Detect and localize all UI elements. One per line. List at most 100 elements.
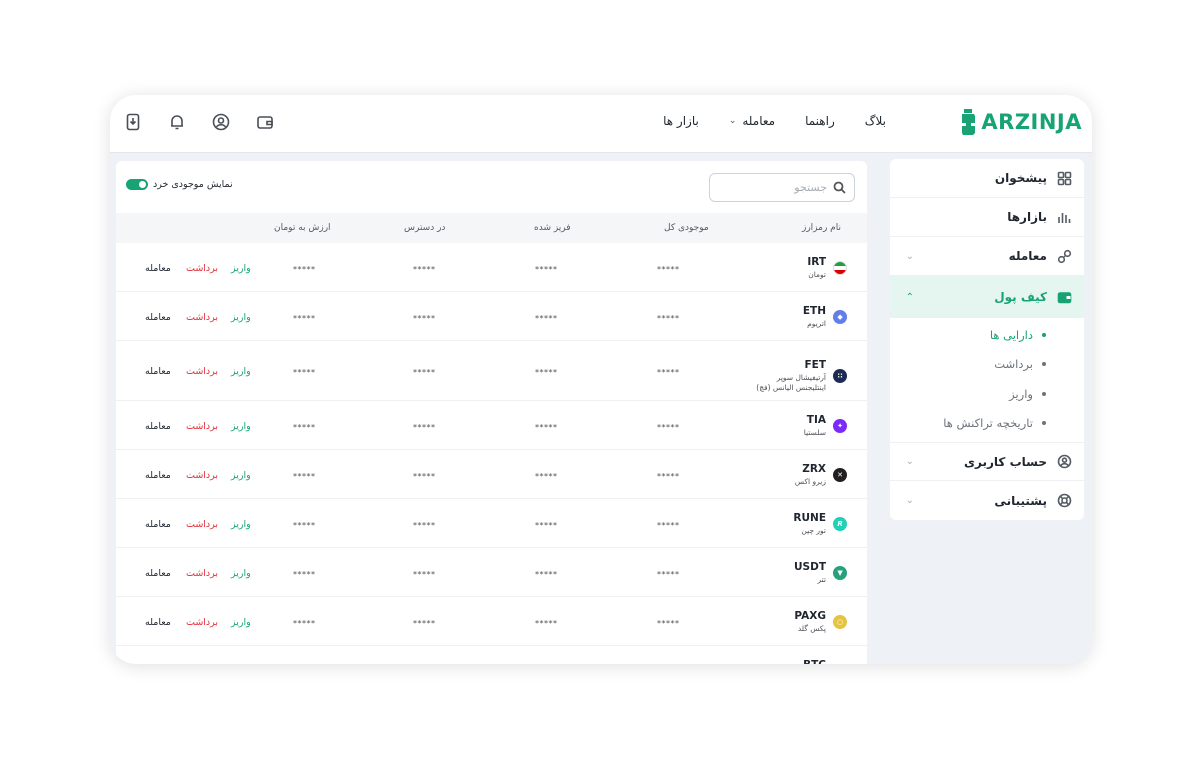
withdraw-button[interactable]: برداشت [186,568,218,579]
column-header-frozen: فریز شده [534,223,571,233]
table-row: ○ PAXG پکس گلد ***** ***** ***** ***** واریز برد… [116,597,867,646]
table-row: ◆ ETH اتریوم ***** ***** ***** ***** واریز برداش… [116,292,867,341]
trade-button[interactable]: معامله [145,617,171,628]
sidebar-item-label: بازارها [1007,210,1047,224]
coin-cell: ✕ ZRX زیرو اکس [795,463,847,487]
withdraw-button[interactable]: برداشت [186,312,218,323]
trade-button[interactable]: معامله [145,312,171,323]
withdraw-button[interactable]: برداشت [186,366,218,377]
deposit-button[interactable]: واریز [231,421,251,432]
deposit-button[interactable]: واریز [231,617,251,628]
trade-button[interactable]: معامله [145,263,171,274]
chevron-down-icon: ⌄ [905,250,914,262]
available-balance: ***** [413,423,436,432]
toman-value: ***** [293,619,316,628]
bullet-icon [1042,332,1046,337]
coin-name: آرتیفیشال سوپر اینتلیجنس الیانس (فچ) [756,373,826,392]
table-row: IRT تومان ***** ***** ***** ***** واریز برداشت م… [116,243,867,292]
nav-trade[interactable]: معامله ⌄ [729,114,775,128]
deposit-button[interactable]: واریز [231,312,251,323]
coin-text: ZRX زیرو اکس [795,463,826,487]
bell-icon[interactable] [168,113,186,131]
column-header-name: نام رمزارز [801,223,841,233]
frozen-balance: ***** [535,368,558,377]
toman-value: ***** [293,423,316,432]
withdraw-button[interactable]: برداشت [186,617,218,628]
sidebar-item-label: پشتیبانی [994,493,1047,508]
coin-symbol: PAXG [794,610,826,622]
coin-symbol: USDT [794,561,826,573]
top-nav: بازار ها معامله ⌄ راهنما بلاگ [663,114,886,128]
sidebar-item-account[interactable]: حساب کاربری ⌄ [890,442,1084,481]
submenu-item-assets[interactable]: دارایی ها [890,320,1084,350]
column-header-total: موجودی کل [664,223,709,233]
total-balance: ***** [657,265,680,274]
coin-name: تور چین [801,526,826,535]
sidebar-item-wallet[interactable]: کیف پول ⌃ [890,276,1084,318]
ethereum-icon: ◆ [833,310,847,324]
toman-value: ***** [293,368,316,377]
coin-text: PAXG پکس گلد [794,610,826,634]
fetch-icon: ∷ [833,369,847,383]
logo-text: ARZINJA [981,110,1082,134]
table-row: ∷ FET آرتیفیشال سوپر اینتلیجنس الیانس (فچ)… [116,341,867,401]
trade-button[interactable]: معامله [145,470,171,481]
small-balance-toggle-wrap: نمایش موجودی خرد [126,179,233,190]
sidebar-item-support[interactable]: پشتیبانی ⌄ [890,481,1084,520]
frozen-balance: ***** [535,521,558,530]
frozen-balance: ***** [535,265,558,274]
total-balance: ***** [657,368,680,377]
trade-button[interactable]: معامله [145,568,171,579]
withdraw-button[interactable]: برداشت [186,263,218,274]
coin-text: BTCبیت کوین [797,659,826,664]
coin-text: FET آرتیفیشال سوپر اینتلیجنس الیانس (فچ) [746,359,826,393]
withdraw-button[interactable]: برداشت [186,421,218,432]
submenu-item-history[interactable]: تاریخچه تراکنش ها [890,409,1084,439]
bar-chart-icon [1058,212,1071,223]
total-balance: ***** [657,472,680,481]
top-header: ARZINJA بازار ها معامله ⌄ راهنما بلاگ [110,95,1092,153]
deposit-button[interactable]: واریز [231,366,251,377]
bullet-icon [1042,391,1046,396]
coin-cell: ∷ FET آرتیفیشال سوپر اینتلیجنس الیانس (فچ) [746,359,847,393]
nav-blog[interactable]: بلاگ [865,114,886,128]
coin-name: زیرو اکس [794,477,826,486]
mobile-download-icon[interactable] [124,113,142,131]
coin-text: TIA سلستیا [804,414,826,438]
withdraw-button[interactable]: برداشت [186,470,218,481]
frozen-balance: ***** [535,619,558,628]
search-input[interactable] [727,181,827,194]
user-circle-icon[interactable] [212,113,230,131]
small-balance-toggle[interactable] [126,179,148,190]
wallet-icon[interactable] [256,113,274,131]
deposit-button[interactable]: واریز [231,568,251,579]
logo[interactable]: ARZINJA [959,107,1082,137]
total-balance: ***** [657,570,680,579]
zrx-icon: ✕ [833,468,847,482]
table-header: نام رمزارز موجودی کل فریز شده در دسترس ا… [116,213,867,243]
deposit-button[interactable]: واریز [231,470,251,481]
submenu-item-withdraw[interactable]: برداشت [890,350,1084,380]
celestia-icon: ✦ [833,419,847,433]
thorchain-icon: R [833,517,847,531]
search-box[interactable] [709,173,855,202]
sidebar-item-markets[interactable]: بازارها [890,198,1084,237]
total-balance: ***** [657,619,680,628]
table-row: R RUNE تور چین ***** ***** ***** ***** واریز برد… [116,499,867,548]
coin-cell: BBTCبیت کوین [797,659,847,664]
coin-cell: ○ PAXG پکس گلد [794,610,847,634]
withdraw-button[interactable]: برداشت [186,519,218,530]
trade-button[interactable]: معامله [145,519,171,530]
submenu-item-deposit[interactable]: واریز [890,379,1084,409]
trade-button[interactable]: معامله [145,366,171,377]
sidebar-item-trade[interactable]: معامله ⌄ [890,237,1084,276]
deposit-button[interactable]: واریز [231,519,251,530]
toman-value: ***** [293,314,316,323]
sidebar-item-dashboard[interactable]: پیشخوان [890,159,1084,198]
column-header-value: ارزش به تومان [274,223,331,233]
deposit-button[interactable]: واریز [231,263,251,274]
nav-guide[interactable]: راهنما [805,114,835,128]
coin-name: سلستیا [803,428,826,437]
trade-button[interactable]: معامله [145,421,171,432]
nav-markets[interactable]: بازار ها [663,114,699,128]
